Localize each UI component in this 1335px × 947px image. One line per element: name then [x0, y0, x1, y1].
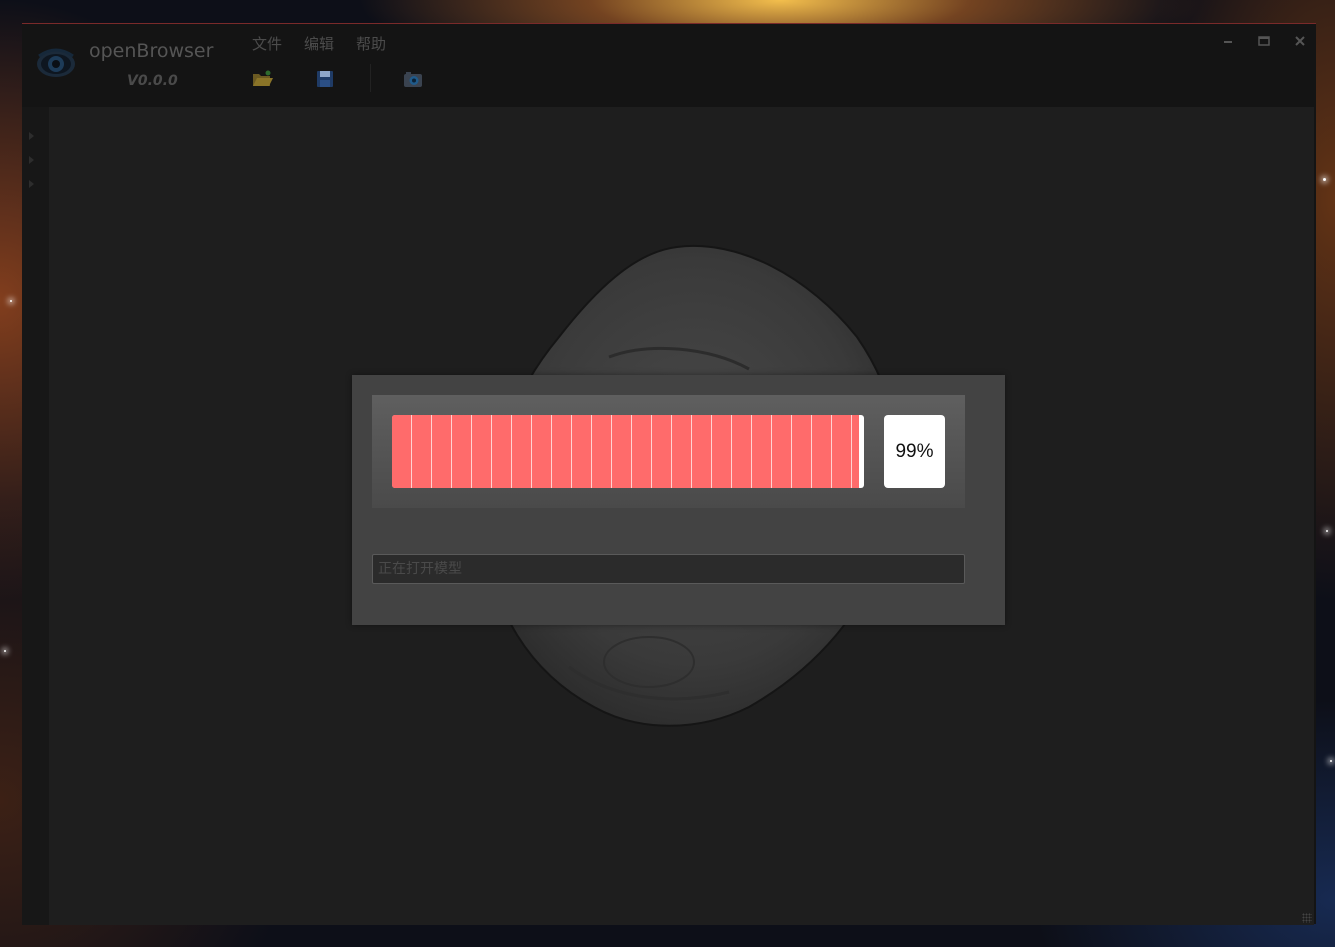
camera-icon[interactable] [402, 68, 424, 90]
background-star [1330, 760, 1332, 762]
side-panel-strip [22, 107, 49, 925]
progress-bar [392, 415, 864, 488]
status-text-field: 正在打开模型 [372, 554, 965, 584]
minimize-button[interactable] [1221, 34, 1235, 48]
save-icon[interactable] [314, 68, 336, 90]
menu-bar: 文件 编辑 帮助 [252, 33, 386, 54]
progress-panel: 99% [372, 395, 965, 508]
maximize-icon [1258, 36, 1270, 46]
background-star [1326, 530, 1328, 532]
progress-percent-label: 99% [884, 415, 945, 488]
eye-logo-icon [37, 48, 75, 77]
background-star [1323, 178, 1326, 181]
progress-bar-fill [392, 415, 860, 488]
close-icon [1295, 36, 1305, 46]
menu-edit[interactable]: 编辑 [304, 33, 334, 54]
menu-file[interactable]: 文件 [252, 33, 282, 54]
minimize-icon [1224, 41, 1232, 43]
resize-grip[interactable] [1302, 913, 1312, 923]
folder-open-icon[interactable] [251, 68, 273, 90]
progress-dialog: 99% 正在打开模型 [352, 375, 1005, 625]
background-star [10, 300, 12, 302]
maximize-button[interactable] [1257, 34, 1271, 48]
toolbar-separator [370, 64, 371, 92]
app-name: openBrowser [89, 40, 214, 62]
expand-arrow-icon[interactable] [29, 132, 34, 140]
app-version: V0.0.0 [127, 73, 178, 89]
expand-arrow-icon[interactable] [29, 156, 34, 164]
expand-arrow-icon[interactable] [29, 180, 34, 188]
background-star [4, 650, 6, 652]
close-button[interactable] [1293, 34, 1307, 48]
title-bar: openBrowser V0.0.0 文件 编辑 帮助 [22, 24, 1316, 107]
menu-help[interactable]: 帮助 [356, 33, 386, 54]
